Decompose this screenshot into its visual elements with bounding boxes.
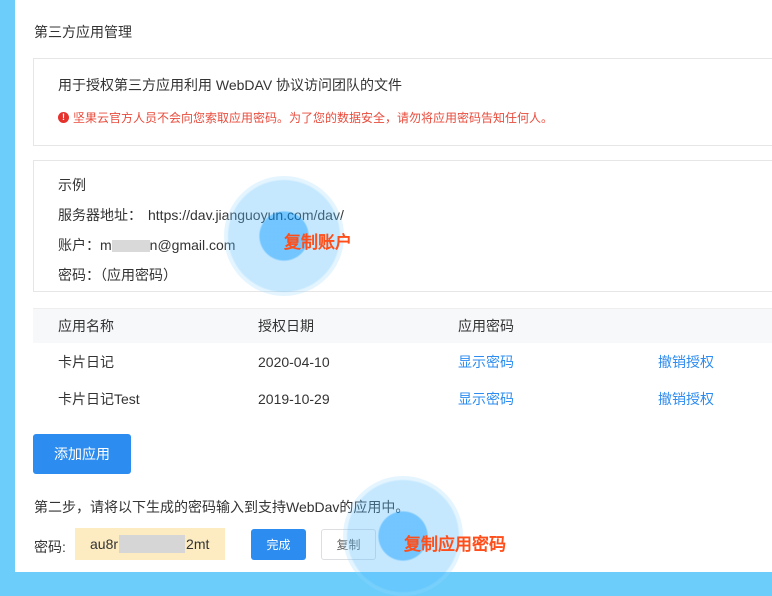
warning-text: 坚果云官方人员不会向您索取应用密码。为了您的数据安全，请勿将应用密码告知任何人。 xyxy=(73,111,554,125)
apps-table: 应用名称 授权日期 应用密码 卡片日记 2020-04-10 显示密码 撤销授权… xyxy=(33,308,772,417)
header-app-name: 应用名称 xyxy=(58,318,114,334)
warning-icon: ! xyxy=(58,112,69,123)
redaction-mask xyxy=(111,240,150,253)
copy-app-password-annotation: 复制应用密码 xyxy=(404,535,506,554)
show-password-link[interactable]: 显示密码 xyxy=(458,352,514,372)
server-label: 服务器地址： xyxy=(58,207,142,223)
table-row: 卡片日记Test 2019-10-29 显示密码 撤销授权 xyxy=(33,380,772,417)
page-title: 第三方应用管理 xyxy=(34,24,132,40)
generated-password-label: 密码: xyxy=(34,539,66,555)
table-header: 应用名称 授权日期 应用密码 xyxy=(33,308,772,343)
password-label: 密码： xyxy=(58,267,100,283)
auth-date: 2019-10-29 xyxy=(258,390,330,407)
copy-account-annotation: 复制账户 xyxy=(284,233,352,252)
header-app-password: 应用密码 xyxy=(458,318,514,334)
show-password-link[interactable]: 显示密码 xyxy=(458,389,514,409)
example-title: 示例 xyxy=(58,177,86,193)
done-button[interactable]: 完成 xyxy=(251,529,306,560)
add-app-button[interactable]: 添加应用 xyxy=(33,434,131,474)
server-row: 服务器地址： https://dav.jianguoyun.com/dav/ xyxy=(58,205,344,225)
warning-message: ! 坚果云官方人员不会向您索取应用密码。为了您的数据安全，请勿将应用密码告知任何… xyxy=(58,109,553,126)
generated-password-field[interactable]: au8r 2mt xyxy=(75,528,225,560)
intro-description: 用于授权第三方应用利用 WebDAV 协议访问团队的文件 xyxy=(58,77,403,93)
redaction-mask xyxy=(119,535,186,553)
password-value: （应用密码） xyxy=(100,267,177,283)
revoke-link[interactable]: 撤销授权 xyxy=(658,389,714,409)
step2-instruction: 第二步，请将以下生成的密码输入到支持WebDav的应用中。 xyxy=(34,499,410,515)
copy-button[interactable]: 复制 xyxy=(321,529,376,560)
app-name: 卡片日记Test xyxy=(58,390,140,407)
account-value[interactable]: m n@gmail.com xyxy=(100,237,235,253)
account-row: 账户：m n@gmail.com xyxy=(58,235,235,255)
app-name: 卡片日记 xyxy=(58,353,114,370)
example-box: 示例 服务器地址： https://dav.jianguoyun.com/dav/… xyxy=(33,160,772,292)
header-auth-date: 授权日期 xyxy=(258,318,314,334)
intro-box: 用于授权第三方应用利用 WebDAV 协议访问团队的文件 ! 坚果云官方人员不会… xyxy=(33,58,772,146)
app-management-panel: 第三方应用管理 用于授权第三方应用利用 WebDAV 协议访问团队的文件 ! 坚… xyxy=(15,0,772,572)
auth-date: 2020-04-10 xyxy=(258,353,330,370)
table-row: 卡片日记 2020-04-10 显示密码 撤销授权 xyxy=(33,343,772,380)
server-url[interactable]: https://dav.jianguoyun.com/dav/ xyxy=(148,207,344,223)
account-label: 账户： xyxy=(58,237,100,253)
revoke-link[interactable]: 撤销授权 xyxy=(658,352,714,372)
password-row: 密码：（应用密码） xyxy=(58,265,177,285)
